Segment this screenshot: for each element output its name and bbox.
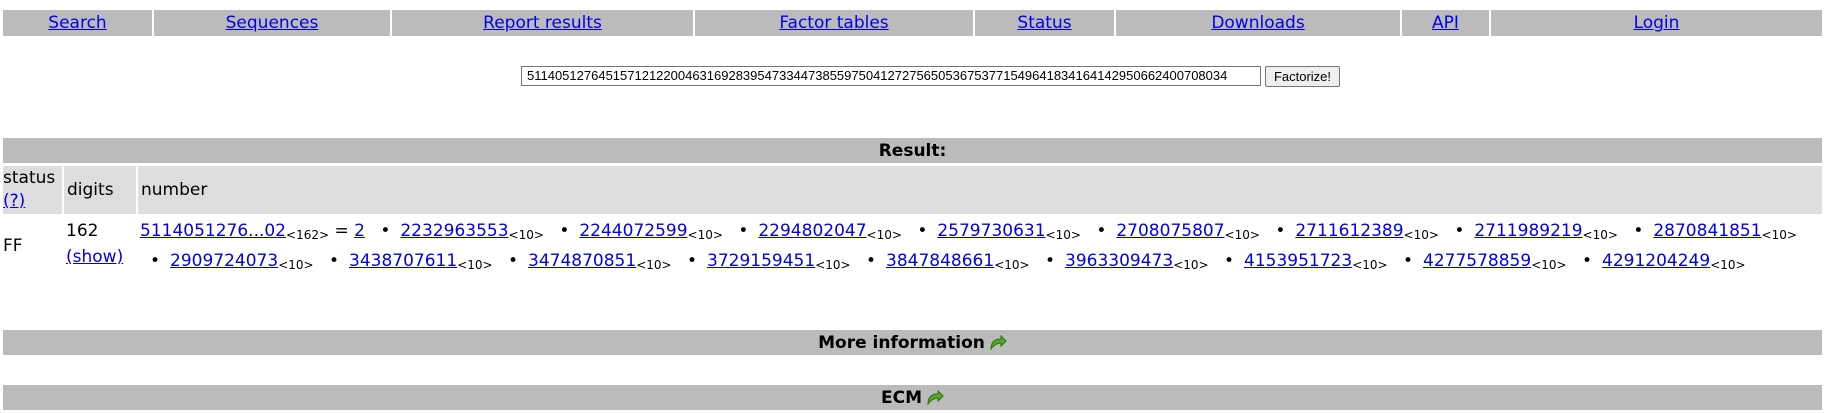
- factor-separator: •: [1275, 221, 1286, 241]
- column-status-label: status: [3, 168, 56, 188]
- ecm-label: ECM: [880, 387, 922, 408]
- factor-link[interactable]: 2711612389: [1295, 221, 1403, 241]
- column-status: status (?): [3, 166, 63, 214]
- column-digits: digits: [67, 180, 114, 200]
- factor-separator: •: [1633, 221, 1644, 241]
- factor-digit-count: <10>: [1045, 228, 1081, 242]
- factor-digit-count: <10>: [815, 258, 851, 272]
- factor-digit-count: <10>: [636, 258, 672, 272]
- factor-link[interactable]: 2232963553: [400, 221, 508, 241]
- factor-separator: •: [1403, 251, 1414, 271]
- nav-link-login[interactable]: Login: [1634, 13, 1680, 33]
- factor-separator: •: [1045, 251, 1056, 271]
- green-curved-arrow-icon[interactable]: [926, 389, 944, 406]
- factor-link[interactable]: 4153951723: [1244, 251, 1352, 271]
- factor-separator: •: [559, 221, 570, 241]
- nav-link-api[interactable]: API: [1432, 13, 1459, 33]
- factor-separator: •: [917, 221, 928, 241]
- factor-digit-count: <10>: [1403, 228, 1439, 242]
- status-value: FF: [3, 236, 23, 256]
- factor-link[interactable]: 4291204249: [1602, 251, 1710, 271]
- factor-separator: •: [329, 251, 340, 271]
- factor-link[interactable]: 2: [354, 221, 365, 241]
- result-row: FF 162 (show) 5114051276...02<162> = 2 •…: [3, 216, 1822, 276]
- factor-separator: •: [380, 221, 391, 241]
- ecm-header: ECM: [3, 385, 1822, 410]
- factor-separator: •: [150, 251, 161, 271]
- factor-link[interactable]: 3963309473: [1065, 251, 1173, 271]
- factor-separator: •: [687, 251, 698, 271]
- nav-cell-factor-tables: Factor tables: [695, 10, 975, 36]
- factor-separator: •: [866, 251, 877, 271]
- factor-digit-count: <10>: [1224, 228, 1260, 242]
- factor-digit-count: <10>: [457, 258, 493, 272]
- factor-digit-count: <10>: [994, 258, 1030, 272]
- column-number: number: [141, 180, 208, 200]
- show-digits-link[interactable]: (show): [66, 247, 123, 267]
- factor-link[interactable]: 2708075807: [1116, 221, 1224, 241]
- number-link[interactable]: 5114051276...02: [140, 221, 286, 241]
- nav-link-report-results[interactable]: Report results: [483, 13, 602, 33]
- factor-list: 2 • 2232963553<10> • 2244072599<10> • 22948…: [140, 221, 1797, 272]
- factor-digit-count: <10>: [1761, 228, 1797, 242]
- factor-link[interactable]: 3438707611: [349, 251, 457, 271]
- nav-link-sequences[interactable]: Sequences: [226, 13, 319, 33]
- equals-sign: =: [334, 221, 349, 241]
- green-curved-arrow-icon[interactable]: [989, 334, 1007, 351]
- factor-separator: •: [738, 221, 749, 241]
- factor-digit-count: <10>: [1173, 258, 1209, 272]
- factor-link[interactable]: 2294802047: [758, 221, 866, 241]
- factor-separator: •: [1224, 251, 1235, 271]
- number-cell: 5114051276...02<162> = 2 • 2232963553<10>…: [140, 218, 1810, 278]
- number-digit-count: <162>: [286, 228, 330, 242]
- nav-cell-downloads: Downloads: [1116, 10, 1402, 36]
- factor-link[interactable]: 2909724073: [170, 251, 278, 271]
- nav-cell-sequences: Sequences: [154, 10, 392, 36]
- nav-cell-login: Login: [1491, 10, 1822, 36]
- factor-link[interactable]: 2711989219: [1474, 221, 1582, 241]
- nav-cell-status: Status: [975, 10, 1116, 36]
- digits-value: 162: [66, 221, 99, 241]
- nav-cell-api: API: [1402, 10, 1491, 36]
- nav-link-downloads[interactable]: Downloads: [1211, 13, 1304, 33]
- factor-link[interactable]: 4277578859: [1423, 251, 1531, 271]
- nav-cell-search: Search: [3, 10, 154, 36]
- factor-digit-count: <10>: [1582, 228, 1618, 242]
- factor-link[interactable]: 2579730631: [937, 221, 1045, 241]
- column-divider: [62, 166, 64, 214]
- factor-digit-count: <10>: [687, 228, 723, 242]
- factor-separator: •: [508, 251, 519, 271]
- factorize-button[interactable]: Factorize!: [1265, 66, 1340, 87]
- factor-link[interactable]: 2870841851: [1653, 221, 1761, 241]
- number-input[interactable]: 5114051276451571212200463169283954733447…: [521, 66, 1261, 86]
- result-header: Result:: [3, 138, 1822, 163]
- factor-separator: •: [1454, 221, 1465, 241]
- factor-digit-count: <10>: [278, 258, 314, 272]
- factor-digit-count: <10>: [1710, 258, 1746, 272]
- factor-link[interactable]: 3474870851: [528, 251, 636, 271]
- factor-separator: •: [1096, 221, 1107, 241]
- factor-digit-count: <10>: [1531, 258, 1567, 272]
- factor-link[interactable]: 3729159451: [707, 251, 815, 271]
- status-help-link[interactable]: (?): [3, 190, 25, 213]
- digits-cell: 162 (show): [66, 218, 123, 270]
- top-nav: Search Sequences Report results Factor t…: [3, 10, 1822, 36]
- more-info-label: More information: [818, 332, 985, 353]
- factor-digit-count: <10>: [508, 228, 544, 242]
- factor-digit-count: <10>: [1352, 258, 1388, 272]
- more-info-header: More information: [3, 330, 1822, 355]
- column-divider: [136, 166, 138, 214]
- factor-digit-count: <10>: [866, 228, 902, 242]
- factor-separator: •: [1582, 251, 1593, 271]
- nav-link-factor-tables[interactable]: Factor tables: [779, 13, 888, 33]
- factor-link[interactable]: 3847848661: [886, 251, 994, 271]
- factor-link[interactable]: 2244072599: [579, 221, 687, 241]
- nav-cell-report-results: Report results: [392, 10, 695, 36]
- result-table-header: status (?) digits number: [3, 166, 1822, 214]
- nav-link-status[interactable]: Status: [1017, 13, 1071, 33]
- nav-link-search[interactable]: Search: [48, 13, 106, 33]
